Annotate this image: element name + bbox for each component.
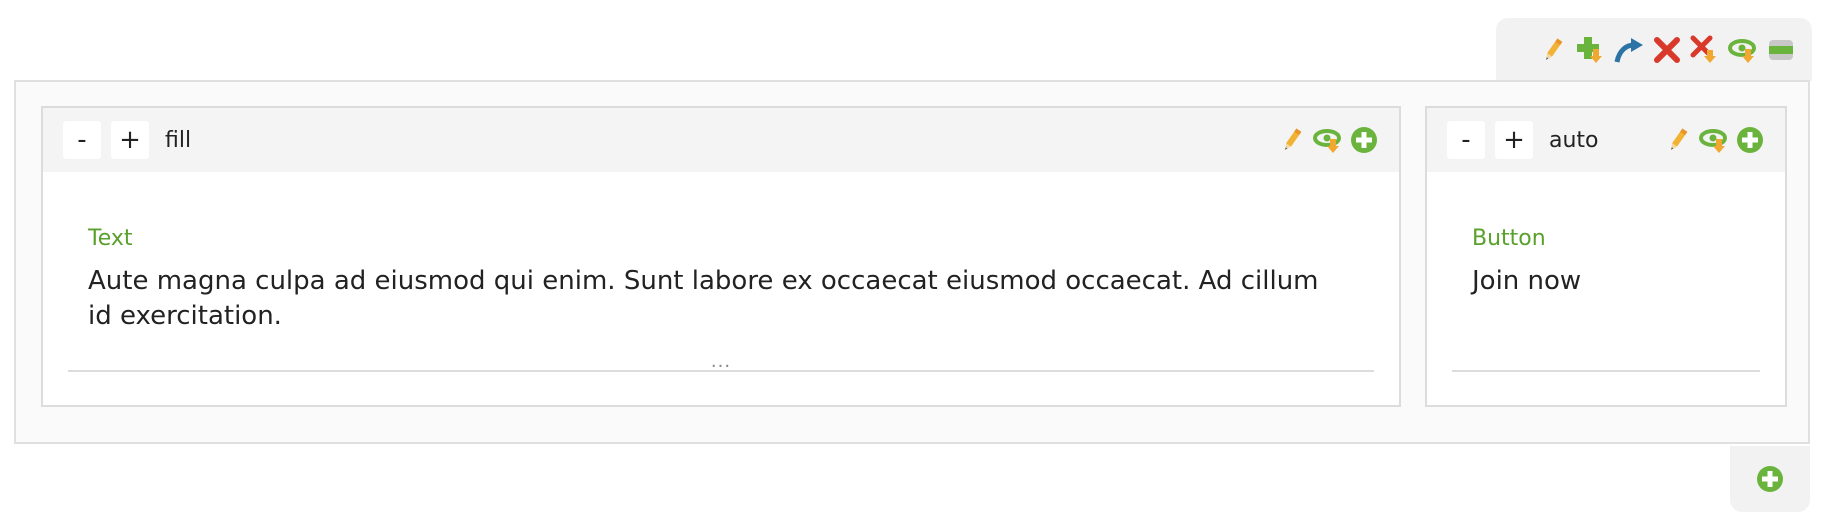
content-block[interactable]: Button Join now — [1452, 172, 1760, 372]
collapse-icon[interactable] — [1766, 35, 1796, 65]
add-circle-icon[interactable] — [1349, 125, 1379, 155]
decrease-size-button[interactable]: - — [63, 121, 101, 159]
decrease-size-button[interactable]: - — [1447, 121, 1485, 159]
add-circle-icon[interactable] — [1735, 125, 1765, 155]
column-header: - + auto — [1427, 108, 1785, 172]
layout-row: - + fill Text Aute magna culpa ad eiusmo… — [14, 80, 1810, 444]
column-header: - + fill — [43, 108, 1399, 172]
content-block[interactable]: Text Aute magna culpa ad eiusmod qui eni… — [68, 172, 1374, 372]
pencil-icon[interactable] — [1538, 35, 1568, 65]
block-text: Aute magna culpa ad eiusmod qui enim. Su… — [88, 266, 1319, 331]
visibility-icon[interactable] — [1728, 35, 1758, 65]
block-type-label: Button — [1472, 226, 1546, 251]
block-text: Join now — [1472, 266, 1582, 296]
increase-size-button[interactable]: + — [111, 121, 149, 159]
more-indicator[interactable]: ... — [711, 353, 731, 371]
column-fill: - + fill Text Aute magna culpa ad eiusmo… — [41, 106, 1401, 407]
column-actions — [1663, 108, 1765, 172]
block-type-label: Text — [88, 226, 133, 251]
visibility-icon[interactable] — [1699, 125, 1729, 155]
increase-size-button[interactable]: + — [1495, 121, 1533, 159]
add-below-icon[interactable] — [1576, 35, 1606, 65]
delete-icon[interactable] — [1652, 35, 1682, 65]
column-size-label: fill — [165, 127, 192, 153]
delete-below-icon[interactable] — [1690, 35, 1720, 65]
add-row-button[interactable] — [1730, 446, 1810, 512]
add-circle-icon — [1755, 464, 1785, 494]
pencil-icon[interactable] — [1277, 125, 1307, 155]
column-size-label: auto — [1549, 127, 1599, 153]
visibility-icon[interactable] — [1313, 125, 1343, 155]
column-actions — [1277, 108, 1379, 172]
pencil-icon[interactable] — [1663, 125, 1693, 155]
column-auto: - + auto Button Join now — [1425, 106, 1787, 407]
move-up-icon[interactable] — [1614, 35, 1644, 65]
row-toolbar — [1496, 18, 1812, 81]
